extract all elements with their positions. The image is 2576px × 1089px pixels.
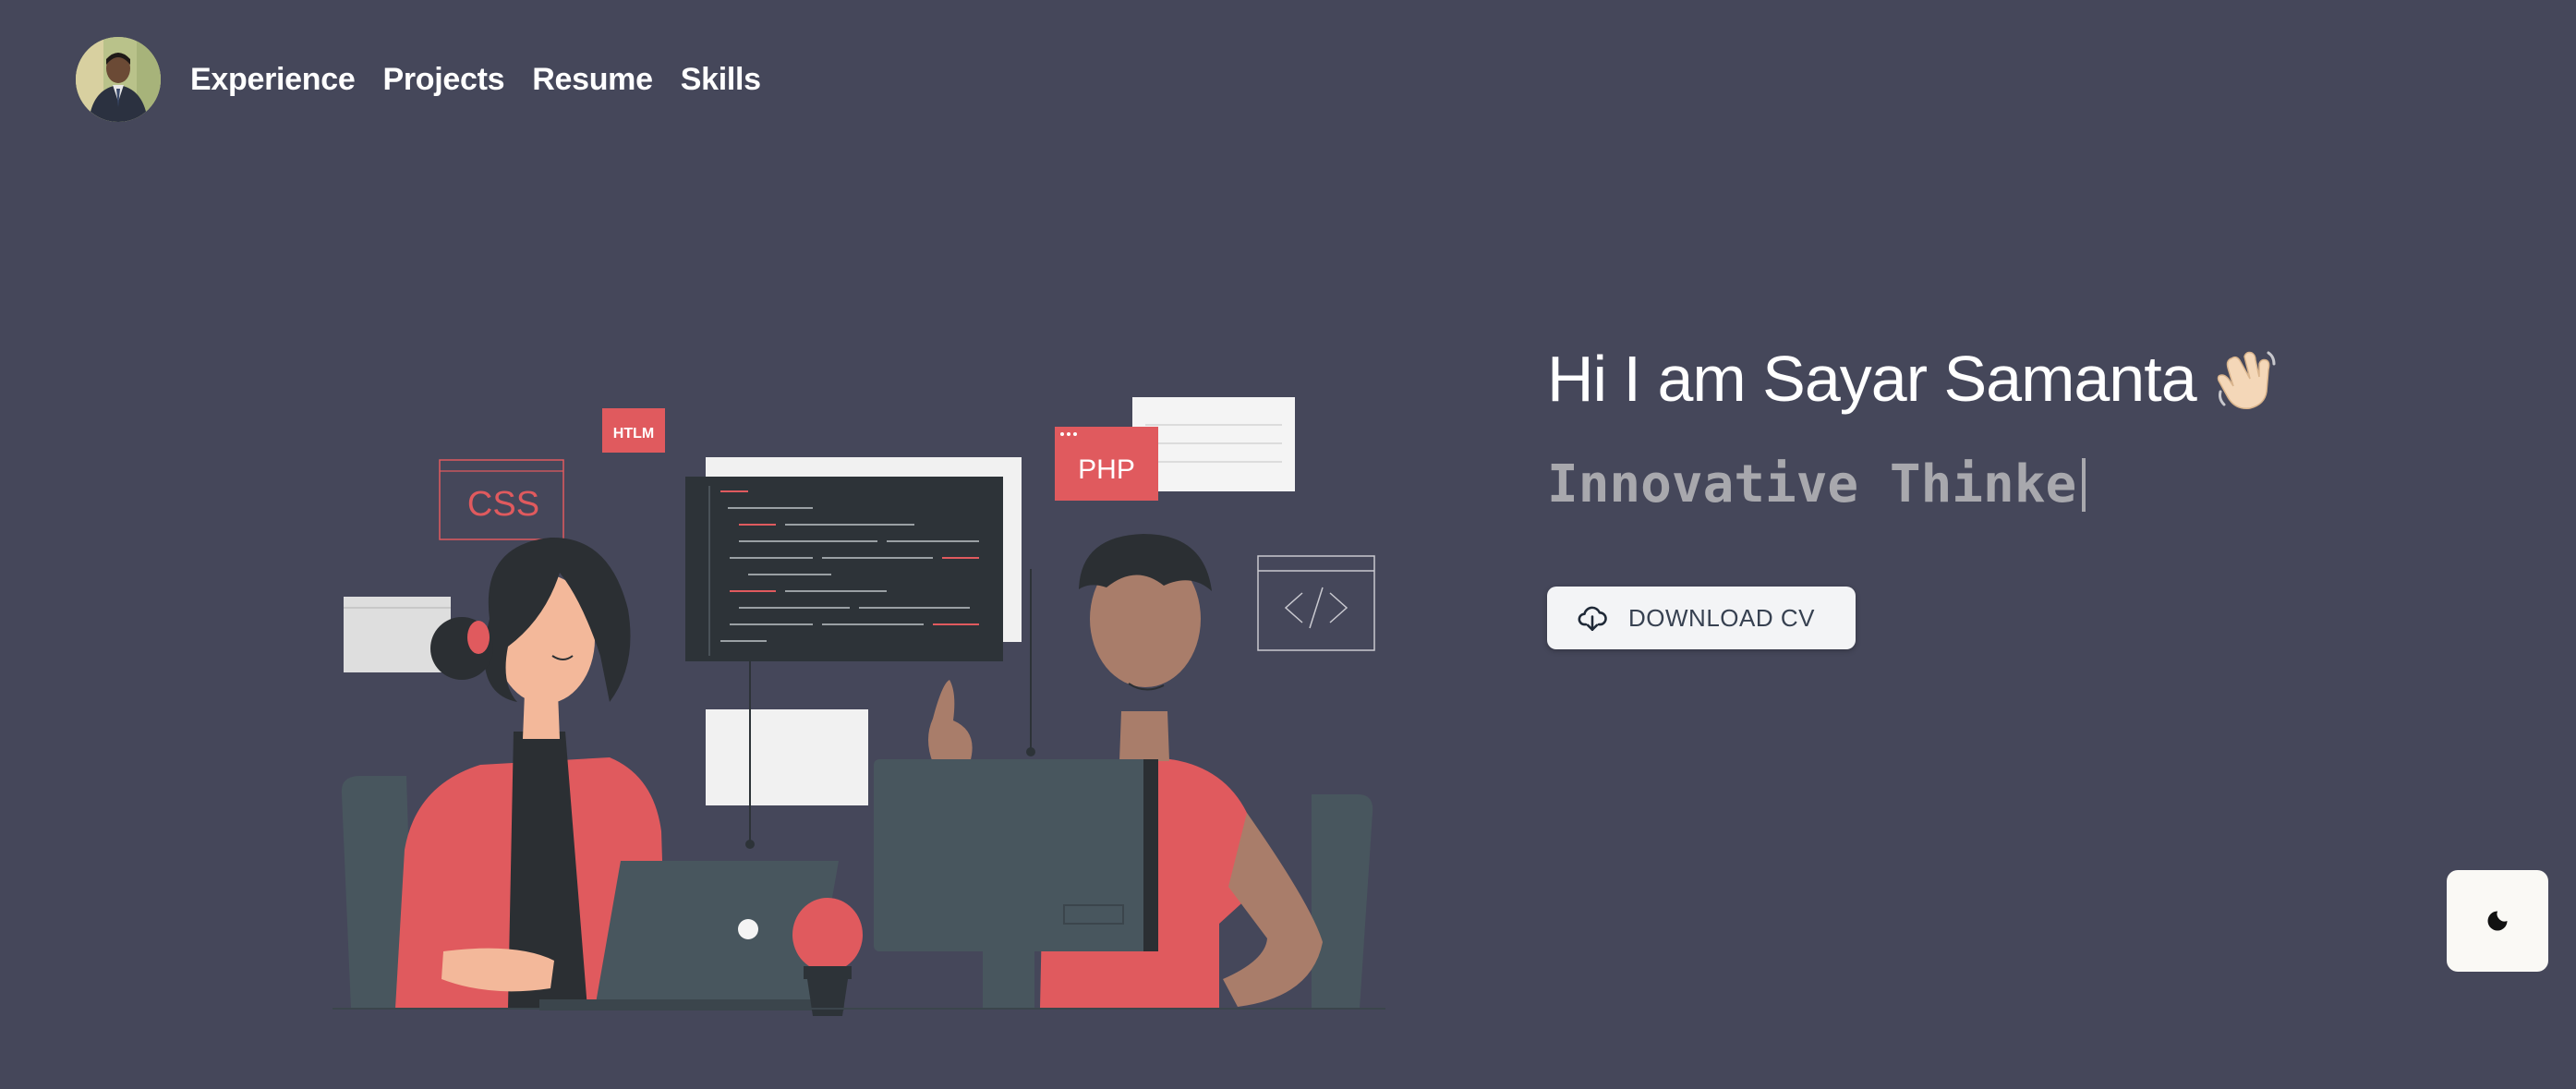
hero-section: Hi I am Sayar Samanta Innovative Thinke … bbox=[1547, 342, 2280, 649]
svg-text:HTLM: HTLM bbox=[613, 426, 654, 442]
css-tag: CSS bbox=[439, 459, 564, 540]
waving-hand-icon bbox=[2217, 351, 2276, 409]
typed-tagline: Innovative Thinke bbox=[1547, 454, 2280, 514]
download-cv-label: DOWNLOAD CV bbox=[1628, 603, 1815, 632]
top-nav: Experience Projects Resume Skills bbox=[76, 37, 761, 122]
typing-cursor bbox=[2082, 457, 2086, 512]
download-cv-button[interactable]: DOWNLOAD CV bbox=[1547, 587, 1856, 649]
theme-toggle-button[interactable] bbox=[2447, 870, 2548, 972]
html-tag: HTLM bbox=[602, 408, 665, 453]
php-tag: PHP bbox=[1055, 427, 1158, 501]
cloud-download-icon bbox=[1578, 606, 1607, 632]
svg-text:PHP: PHP bbox=[1078, 454, 1135, 485]
hero-heading: Hi I am Sayar Samanta bbox=[1547, 342, 2280, 416]
nav-link-skills[interactable]: Skills bbox=[681, 62, 761, 98]
hero-greeting: Hi I am Sayar Samanta bbox=[1547, 343, 2197, 415]
profile-photo bbox=[76, 37, 161, 122]
nav-link-experience[interactable]: Experience bbox=[190, 62, 356, 98]
window-panel bbox=[706, 709, 868, 805]
nav-link-resume[interactable]: Resume bbox=[532, 62, 653, 98]
code-editor bbox=[685, 477, 1003, 661]
code-brackets-window bbox=[1257, 555, 1375, 651]
nav-link-projects[interactable]: Projects bbox=[382, 62, 504, 98]
moon-icon bbox=[2487, 911, 2508, 931]
developers-illustration: CSS HTLM PHP bbox=[333, 397, 1385, 1016]
svg-text:CSS: CSS bbox=[467, 485, 539, 524]
avatar[interactable] bbox=[76, 37, 161, 122]
typed-text: Innovative Thinke bbox=[1547, 454, 2077, 514]
